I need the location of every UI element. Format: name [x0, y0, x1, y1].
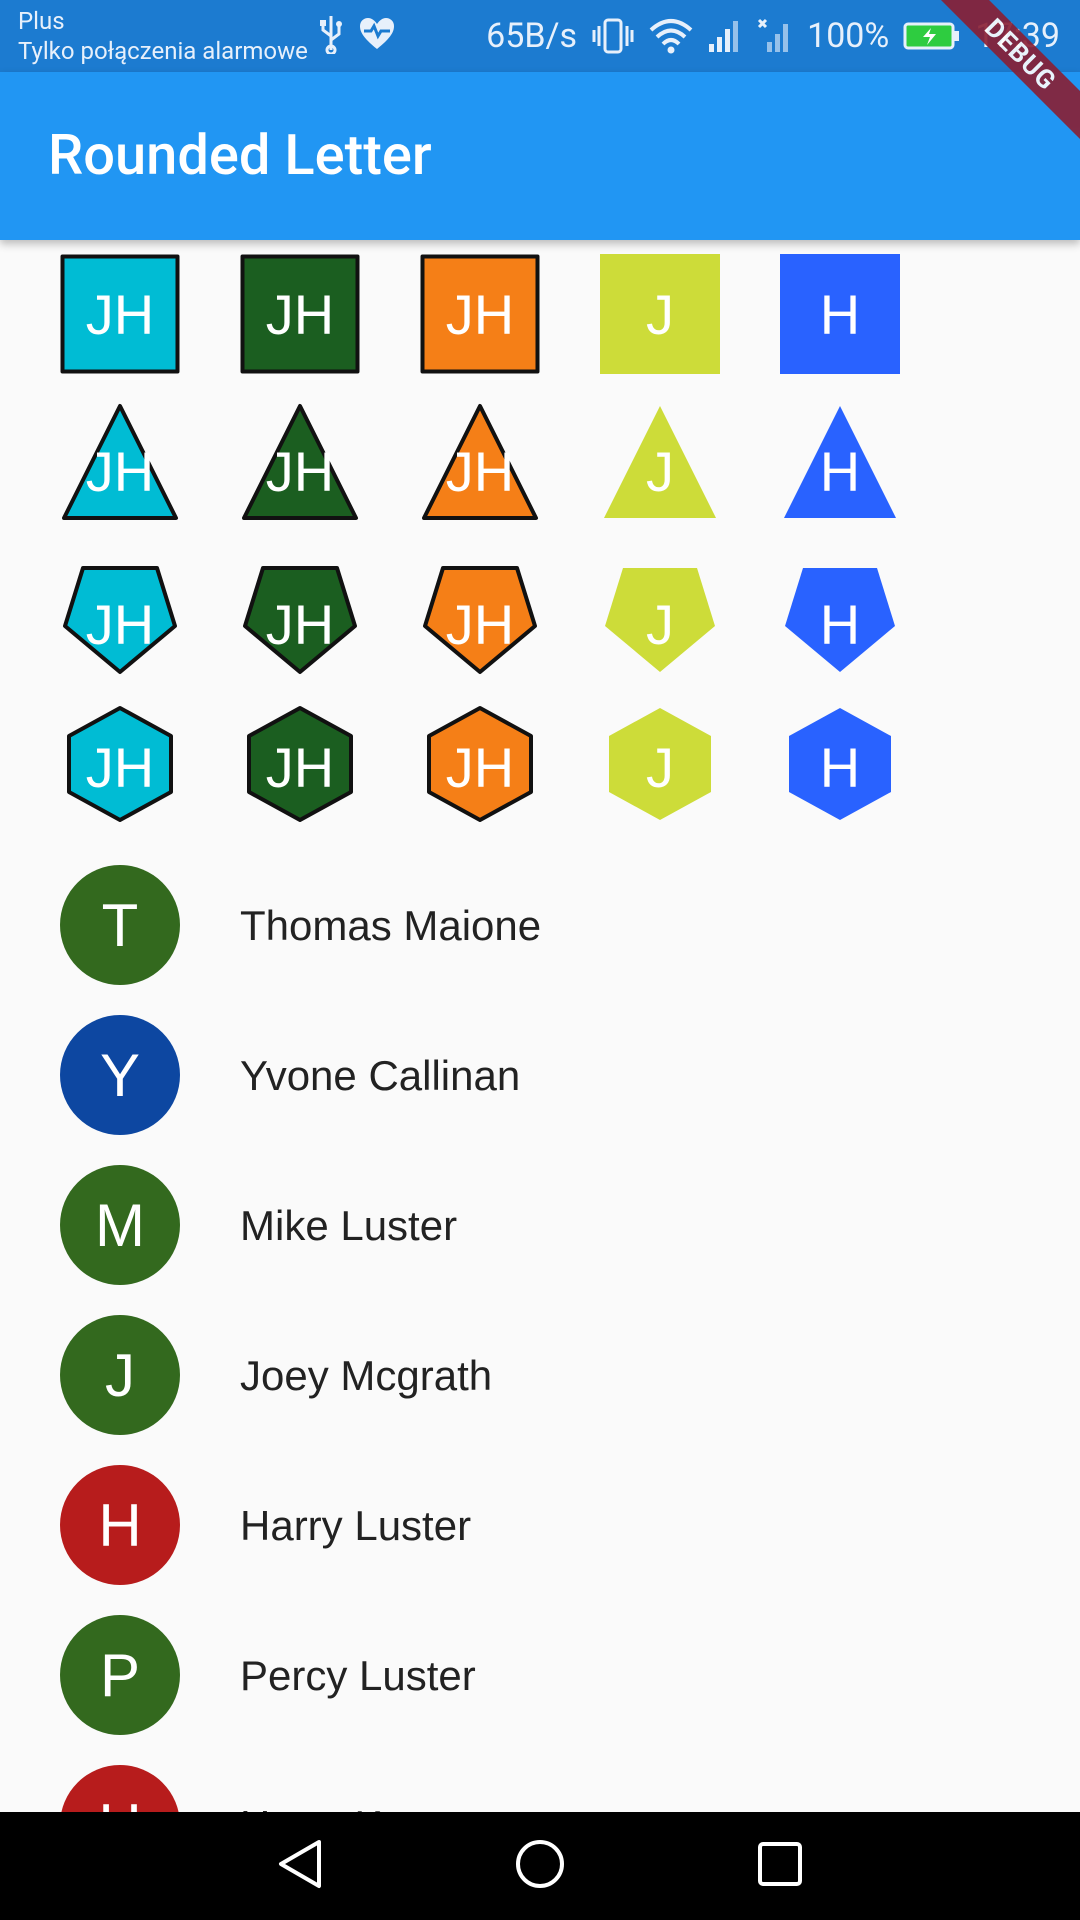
- square-letter-avatar: H: [780, 254, 900, 374]
- person-name: Mike Luster: [240, 1202, 458, 1249]
- person-name: Thomas Maione: [240, 902, 542, 949]
- signal-no-service-icon: [757, 18, 793, 54]
- home-button[interactable]: [480, 1812, 600, 1920]
- home-circle-icon: [514, 1838, 566, 1894]
- avatar: P: [60, 1615, 180, 1735]
- avatar-initials: H: [819, 439, 861, 503]
- carrier-sub: Tylko połączenia alarmowe: [18, 37, 308, 65]
- avatar-initials: J: [646, 592, 674, 656]
- list-item[interactable]: H Harry Luster: [0, 1450, 1080, 1600]
- avatar-initials: JH: [265, 735, 335, 799]
- wifi-icon: [649, 18, 693, 54]
- avatar: J: [60, 1315, 180, 1435]
- hexagon-letter-avatar: JH: [60, 704, 180, 824]
- square-letter-avatar: J: [600, 254, 720, 374]
- navigation-bar: [0, 1812, 1080, 1920]
- pentagon-letter-avatar: J: [600, 564, 720, 684]
- pentagon-letter-avatar: JH: [420, 564, 540, 684]
- recents-button[interactable]: [720, 1812, 840, 1920]
- net-speed: 65B/s: [486, 16, 578, 56]
- triangle-letter-avatar: H: [780, 402, 900, 522]
- avatar-initials: JH: [85, 282, 155, 346]
- list-item[interactable]: P Percy Luster: [0, 1600, 1080, 1750]
- avatar-initials: JH: [445, 592, 515, 656]
- carrier-name: Plus: [18, 7, 65, 35]
- person-name: Percy Luster: [240, 1652, 476, 1699]
- square-letter-avatar: JH: [60, 254, 180, 374]
- back-button[interactable]: [240, 1812, 360, 1920]
- triangle-letter-avatar: JH: [60, 402, 180, 522]
- avatar-initials: JH: [265, 439, 335, 503]
- pentagon-letter-avatar: H: [780, 564, 900, 684]
- battery-percent: 100%: [807, 16, 890, 56]
- avatar-initials: JH: [85, 592, 155, 656]
- avatar-initials: JH: [85, 735, 155, 799]
- signal-icon: [707, 18, 743, 54]
- avatar-initials: J: [646, 735, 674, 799]
- avatar: M: [60, 1165, 180, 1285]
- pentagon-letter-avatar: JH: [240, 564, 360, 684]
- avatar-initials: JH: [265, 282, 335, 346]
- triangle-letter-avatar: J: [600, 402, 720, 522]
- avatar-initials: JH: [265, 592, 335, 656]
- pentagon-letter-avatar: JH: [60, 564, 180, 684]
- avatar-initials: JH: [445, 439, 515, 503]
- avatar: H: [60, 1765, 180, 1812]
- avatar: H: [60, 1465, 180, 1585]
- triangle-letter-avatar: JH: [420, 402, 540, 522]
- avatar: T: [60, 865, 180, 985]
- hexagon-letter-avatar: JH: [420, 704, 540, 824]
- avatar-initials: JH: [445, 282, 515, 346]
- list-item[interactable]: H Harry Kasten: [0, 1750, 1080, 1812]
- avatar-initials: J: [646, 439, 674, 503]
- avatar: Y: [60, 1015, 180, 1135]
- back-triangle-icon: [275, 1838, 325, 1894]
- person-name: Harry Kasten: [240, 1802, 485, 1812]
- square-letter-avatar: JH: [240, 254, 360, 374]
- avatar-initials: H: [819, 592, 861, 656]
- person-name: Harry Luster: [240, 1502, 472, 1549]
- usb-icon: [318, 14, 344, 54]
- carrier-info: Plus Tylko połączenia alarmowe: [18, 6, 308, 66]
- recents-square-icon: [757, 1841, 803, 1891]
- list-item[interactable]: Y Yvone Callinan: [0, 1000, 1080, 1150]
- vibrate-icon: [591, 16, 635, 56]
- square-letter-avatar: JH: [420, 254, 540, 374]
- content-scroll-area[interactable]: JH JH JH J H JH JH JH J H JH JH JH J H JH JH JH J H T Thomas…: [0, 240, 1080, 1812]
- avatar-initials: H: [819, 282, 861, 346]
- triangle-letter-avatar: JH: [240, 402, 360, 522]
- avatar-initials: J: [646, 282, 674, 346]
- hexagon-letter-avatar: J: [600, 704, 720, 824]
- health-heart-icon: [358, 14, 396, 54]
- debug-banner-container: DEBUG: [880, 0, 1080, 200]
- avatar-initials: JH: [445, 735, 515, 799]
- hexagon-letter-avatar: JH: [240, 704, 360, 824]
- debug-banner: DEBUG: [916, 0, 1080, 159]
- list-item[interactable]: J Joey Mcgrath: [0, 1300, 1080, 1450]
- notification-icons: [318, 14, 396, 54]
- avatar-initials: JH: [85, 439, 155, 503]
- list-item[interactable]: T Thomas Maione: [0, 850, 1080, 1000]
- avatar-initials: H: [819, 735, 861, 799]
- person-name: Joey Mcgrath: [240, 1352, 493, 1399]
- person-name: Yvone Callinan: [240, 1052, 521, 1099]
- page-title: Rounded Letter: [48, 122, 432, 188]
- hexagon-letter-avatar: H: [780, 704, 900, 824]
- list-item[interactable]: M Mike Luster: [0, 1150, 1080, 1300]
